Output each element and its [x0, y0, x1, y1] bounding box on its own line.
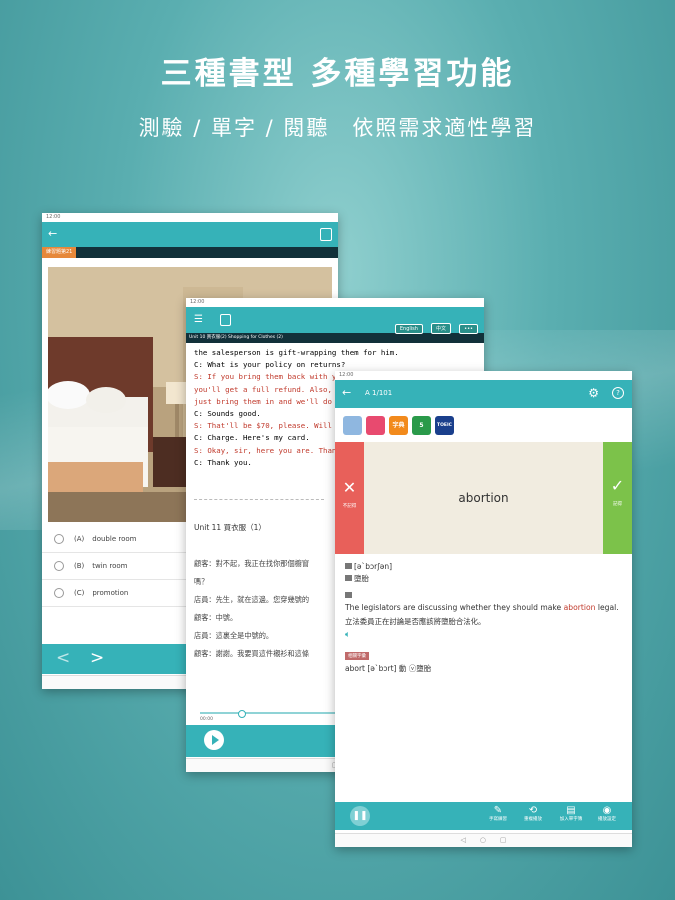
example-sentence: The legislators are discussing whether t…: [345, 603, 619, 612]
notes-icon[interactable]: [320, 228, 332, 241]
play-settings-button[interactable]: ◉ 播放設定: [592, 805, 622, 822]
play-button[interactable]: [204, 730, 224, 750]
check-icon: ✓: [610, 476, 625, 495]
question-bar: 練習題第21: [42, 247, 338, 258]
back-arrow-icon[interactable]: ←: [48, 227, 57, 240]
speaker-icon[interactable]: 🔈︎: [345, 630, 622, 640]
phonetic: [əˋbɔrʃən]: [354, 562, 393, 571]
next-arrow-icon[interactable]: >: [90, 648, 104, 668]
prev-arrow-icon[interactable]: <: [56, 648, 70, 668]
book-icon[interactable]: [220, 314, 231, 326]
gear-icon[interactable]: ⚙: [588, 386, 599, 400]
unit-bar: Unit 10 買衣服(2) Shopping for Clothes (2): [186, 333, 484, 343]
headline-title: 三種書型 多種學習功能: [160, 56, 515, 92]
help-icon[interactable]: ?: [612, 387, 624, 399]
book-select-icon-4[interactable]: 5: [412, 415, 431, 435]
book-select-icon-3[interactable]: 字典: [389, 415, 408, 435]
book-icon-row: 字典 5 TOEIC: [335, 408, 632, 442]
phonetic-icon: [345, 563, 352, 569]
x-icon: ✕: [342, 478, 357, 497]
pencil-icon: ✎: [493, 805, 503, 816]
part-of-speech-icon: [345, 575, 352, 581]
related-tag: 相關字彙: [345, 652, 369, 660]
book-select-icon-1[interactable]: [343, 415, 362, 435]
app-bar: ←: [42, 222, 338, 247]
related-word: abort [əˋbɔrt] 動 ⓥ墮胎: [345, 664, 432, 673]
meaning: 墮胎: [354, 574, 369, 583]
back-arrow-icon[interactable]: ←: [342, 386, 351, 399]
app-bar: ☰ English 中文 •••: [186, 307, 484, 334]
question-tag: 練習題第21: [42, 247, 77, 258]
status-bar: 12:00: [190, 299, 205, 305]
app-bar: ← A 1/101 ⚙ ?: [335, 380, 632, 408]
vocab-toolbar: ❚❚ ✎ 手寫練習 ⟲ 重複播放 ▤ 加入單字簿 ◉ 播放設定: [335, 802, 632, 830]
handwriting-button[interactable]: ✎ 手寫練習: [483, 805, 513, 822]
more-button[interactable]: •••: [459, 324, 478, 334]
chinese-button[interactable]: 中文: [431, 323, 452, 334]
menu-icon[interactable]: ☰: [194, 314, 203, 325]
vocab-word: abortion: [458, 491, 509, 505]
repeat-icon: ⟲: [528, 805, 538, 816]
add-wordbook-button[interactable]: ▤ 加入單字簿: [555, 805, 587, 822]
english-button[interactable]: English: [394, 324, 423, 334]
system-nav-bar: ◁ ○ ▢: [335, 833, 632, 847]
status-bar: 12:00: [339, 372, 354, 378]
wordbook-icon: ▤: [566, 805, 576, 816]
flashcard: ✕ 不記得 abortion ✓ 記得: [335, 442, 632, 554]
forgot-button[interactable]: ✕ 不記得: [335, 442, 364, 554]
audio-seek-bar[interactable]: [200, 710, 340, 718]
radio-icon: [54, 561, 64, 571]
headline-subtitle: 測驗 / 單字 / 閱聽 依照需求適性學習: [138, 116, 537, 140]
remember-button[interactable]: ✓ 記得: [603, 442, 632, 554]
speaker-settings-icon: ◉: [602, 805, 612, 816]
radio-icon: [54, 534, 64, 544]
book-select-icon-2[interactable]: [366, 415, 385, 435]
example-icon: [345, 592, 352, 598]
status-bar: 12:00: [46, 214, 61, 220]
word-card[interactable]: abortion: [364, 442, 603, 554]
radio-icon: [54, 588, 64, 598]
seek-handle[interactable]: [238, 710, 246, 718]
tablet-vocab: 12:00 ← A 1/101 ⚙ ? 字典 5 TOEIC ✕ 不記得 abo…: [335, 371, 632, 847]
word-detail: [əˋbɔrʃən] 墮胎 The legislators are discus…: [335, 554, 632, 674]
word-counter: A 1/101: [365, 389, 393, 397]
pause-button[interactable]: ❚❚: [350, 806, 370, 826]
book-select-icon-5[interactable]: TOEIC: [435, 415, 454, 435]
time-left: 00:00: [200, 717, 213, 722]
repeat-button[interactable]: ⟲ 重複播放: [518, 805, 548, 822]
example-translation: 立法委員正在討論是否應該將墮胎合法化。: [345, 617, 486, 626]
